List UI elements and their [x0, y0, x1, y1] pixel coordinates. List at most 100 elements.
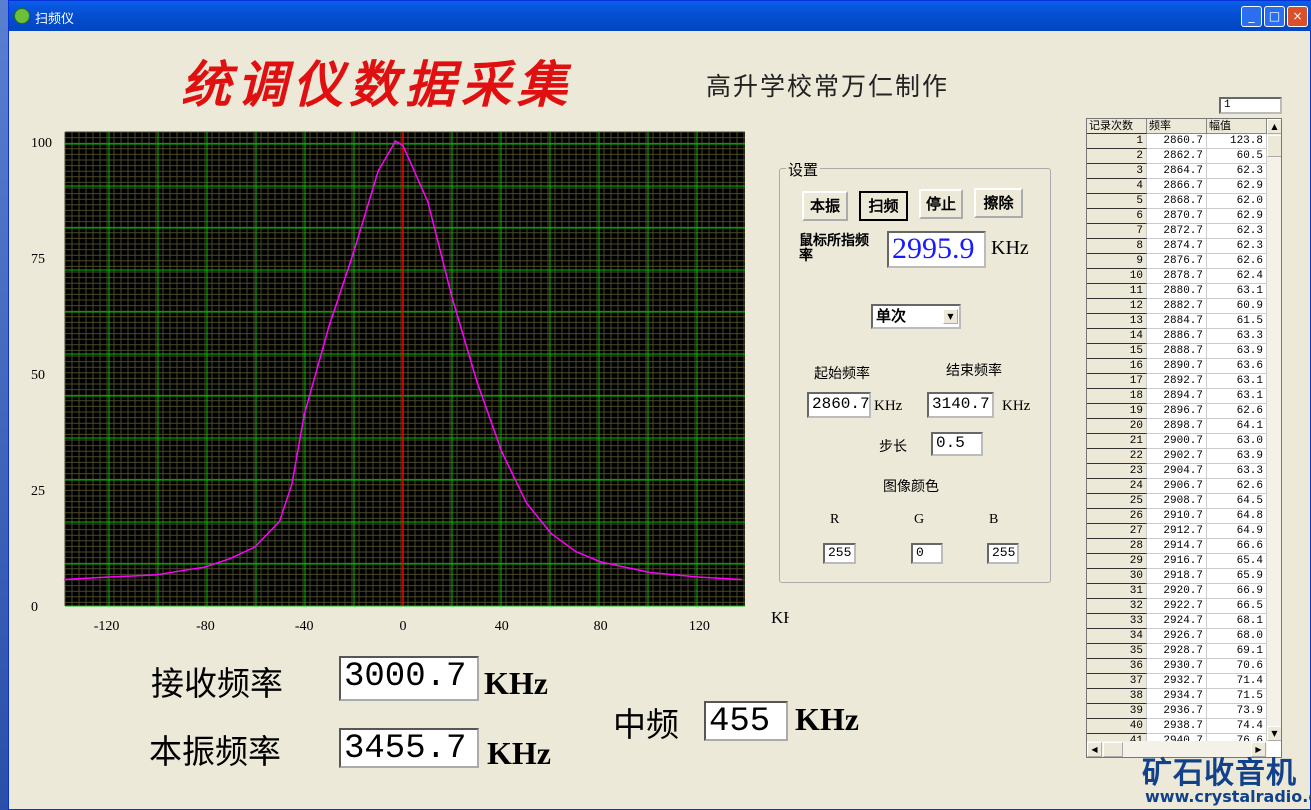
data-point — [575, 550, 577, 553]
table-row[interactable]: 14 2886.7 63.3 — [1087, 329, 1267, 344]
table-row[interactable]: 17 2892.7 63.1 — [1087, 374, 1267, 389]
table-row[interactable]: 4 2866.7 62.9 — [1087, 179, 1267, 194]
row-amplitude: 62.3 — [1207, 164, 1267, 179]
row-frequency: 2884.7 — [1147, 314, 1207, 329]
table-row[interactable]: 2 2862.7 60.5 — [1087, 149, 1267, 164]
if-field[interactable]: 455 — [704, 701, 788, 741]
row-index: 40 — [1087, 719, 1147, 734]
recv-freq-label: 接收频率 — [151, 664, 283, 703]
table-row[interactable]: 1 2860.7 123.8 — [1087, 134, 1267, 149]
scroll-down-icon[interactable]: ▼ — [1267, 726, 1281, 741]
table-row[interactable]: 8 2874.7 62.3 — [1087, 239, 1267, 254]
table-row[interactable]: 23 2904.7 63.3 — [1087, 464, 1267, 479]
lo-button[interactable]: 本振 — [802, 191, 848, 221]
scroll-left-icon[interactable]: ◀ — [1087, 742, 1102, 757]
table-row[interactable]: 7 2872.7 62.3 — [1087, 224, 1267, 239]
lo-freq-field[interactable]: 3455.7 — [339, 728, 479, 768]
table-row[interactable]: 38 2934.7 71.5 — [1087, 689, 1267, 704]
table-row[interactable]: 30 2918.7 65.9 — [1087, 569, 1267, 584]
table-row[interactable]: 6 2870.7 62.9 — [1087, 209, 1267, 224]
table-row[interactable]: 40 2938.7 74.4 — [1087, 719, 1267, 734]
b-field[interactable]: 255 — [987, 543, 1019, 564]
maximize-button[interactable]: □ — [1264, 6, 1285, 27]
table-row[interactable]: 36 2930.7 70.6 — [1087, 659, 1267, 674]
table-row[interactable]: 39 2936.7 73.9 — [1087, 704, 1267, 719]
table-row[interactable]: 21 2900.7 63.0 — [1087, 434, 1267, 449]
table-row[interactable]: 16 2890.7 63.6 — [1087, 359, 1267, 374]
scroll-up-icon[interactable]: ▲ — [1267, 119, 1281, 134]
stop-button[interactable]: 停止 — [919, 189, 963, 219]
if-unit: KHz — [795, 701, 859, 737]
table-row[interactable]: 11 2880.7 63.1 — [1087, 284, 1267, 299]
table-row[interactable]: 12 2882.7 60.9 — [1087, 299, 1267, 314]
row-amplitude: 62.6 — [1207, 479, 1267, 494]
table-row[interactable]: 37 2932.7 71.4 — [1087, 674, 1267, 689]
r-field[interactable]: 255 — [823, 543, 856, 564]
data-point — [254, 546, 256, 548]
scroll-thumb[interactable] — [1267, 135, 1281, 157]
table-row[interactable]: 20 2898.7 64.1 — [1087, 419, 1267, 434]
row-amplitude: 63.6 — [1207, 359, 1267, 374]
table-row[interactable]: 3 2864.7 62.3 — [1087, 164, 1267, 179]
mouse-freq-field[interactable]: 2995.9 — [887, 231, 986, 268]
table-row[interactable]: 22 2902.7 63.9 — [1087, 449, 1267, 464]
vertical-scrollbar[interactable]: ▲ ▼ — [1267, 119, 1281, 741]
row-amplitude: 62.3 — [1207, 239, 1267, 254]
chevron-down-icon[interactable]: ▼ — [943, 309, 958, 324]
table-row[interactable]: 27 2912.7 64.9 — [1087, 524, 1267, 539]
table-row[interactable]: 13 2884.7 61.5 — [1087, 314, 1267, 329]
table-row[interactable]: 33 2924.7 68.1 — [1087, 614, 1267, 629]
title-bar[interactable]: 扫频仪 _ □ × — [9, 1, 1311, 31]
row-frequency: 2866.7 — [1147, 179, 1207, 194]
hscroll-thumb[interactable] — [1103, 742, 1123, 757]
data-grid[interactable]: 记录次数 频率 幅值 1 2860.7 123.8 2 2862.7 60.5 3 2864.7 62… — [1086, 118, 1282, 758]
recv-freq-field[interactable]: 3000.7 — [339, 656, 479, 701]
row-index: 15 — [1087, 344, 1147, 359]
row-index: 23 — [1087, 464, 1147, 479]
end-freq-field[interactable]: 3140.7 — [927, 392, 994, 418]
table-row[interactable]: 10 2878.7 62.4 — [1087, 269, 1267, 284]
row-frequency: 2874.7 — [1147, 239, 1207, 254]
settings-group-label: 设置 — [786, 159, 821, 180]
row-amplitude: 64.1 — [1207, 419, 1267, 434]
row-index: 2 — [1087, 149, 1147, 164]
sweep-button[interactable]: 扫频 — [859, 191, 908, 221]
table-row[interactable]: 25 2908.7 64.5 — [1087, 494, 1267, 509]
table-row[interactable]: 15 2888.7 63.9 — [1087, 344, 1267, 359]
minimize-button[interactable]: _ — [1241, 6, 1262, 27]
mode-select[interactable]: 单次 ▼ — [871, 304, 961, 329]
row-amplitude: 63.9 — [1207, 449, 1267, 464]
table-row[interactable]: 24 2906.7 62.6 — [1087, 479, 1267, 494]
table-header: 记录次数 频率 幅值 — [1087, 119, 1267, 134]
table-row[interactable]: 9 2876.7 62.6 — [1087, 254, 1267, 269]
row-amplitude: 63.1 — [1207, 284, 1267, 299]
g-field[interactable]: 0 — [911, 543, 943, 564]
row-amplitude: 62.9 — [1207, 179, 1267, 194]
table-row[interactable]: 19 2896.7 62.6 — [1087, 404, 1267, 419]
table-row[interactable]: 26 2910.7 64.8 — [1087, 509, 1267, 524]
erase-button[interactable]: 擦除 — [974, 188, 1023, 218]
window-title: 扫频仪 — [35, 12, 75, 27]
table-row[interactable]: 29 2916.7 65.4 — [1087, 554, 1267, 569]
table-row[interactable]: 32 2922.7 66.5 — [1087, 599, 1267, 614]
end-freq-label: 结束频率 — [946, 363, 1002, 379]
table-row[interactable]: 5 2868.7 62.0 — [1087, 194, 1267, 209]
start-freq-field[interactable]: 2860.7 — [807, 392, 871, 418]
start-freq-unit: KHz — [874, 398, 903, 414]
row-frequency: 2934.7 — [1147, 689, 1207, 704]
data-point — [278, 520, 281, 523]
close-button[interactable]: × — [1287, 6, 1308, 27]
data-point — [599, 561, 602, 563]
table-row[interactable]: 35 2928.7 69.1 — [1087, 644, 1267, 659]
table-row[interactable]: 34 2926.7 68.0 — [1087, 629, 1267, 644]
row-frequency: 2886.7 — [1147, 329, 1207, 344]
table-row[interactable]: 28 2914.7 66.6 — [1087, 539, 1267, 554]
data-point — [649, 571, 651, 574]
sweep-chart[interactable]: 0 25 50 75 100 -120 -80 -40 0 40 80 120 KHz — [9, 121, 789, 641]
row-frequency: 2902.7 — [1147, 449, 1207, 464]
table-row[interactable]: 18 2894.7 63.1 — [1087, 389, 1267, 404]
table-row[interactable]: 31 2920.7 66.9 — [1087, 584, 1267, 599]
record-index-field[interactable]: 1 — [1219, 97, 1282, 114]
row-frequency: 2914.7 — [1147, 539, 1207, 554]
step-field[interactable]: 0.5 — [931, 432, 983, 456]
